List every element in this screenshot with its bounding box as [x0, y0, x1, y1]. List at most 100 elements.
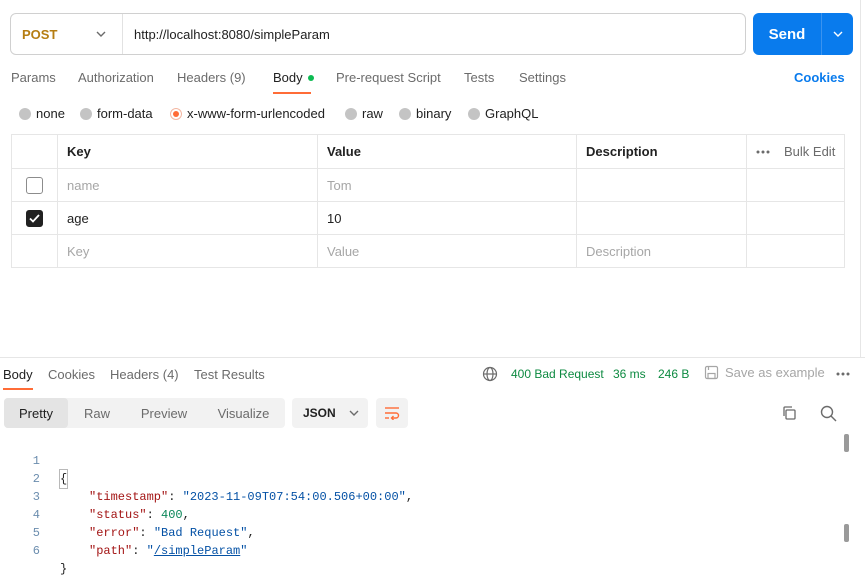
response-tab-test-results[interactable]: Test Results: [194, 367, 265, 382]
active-tab-underline: [273, 92, 311, 94]
wrap-lines-icon: [385, 407, 400, 420]
wrap-lines-button[interactable]: [376, 398, 408, 428]
chevron-down-icon: [833, 31, 842, 37]
tab-authorization[interactable]: Authorization: [78, 70, 154, 85]
pane-divider[interactable]: [0, 357, 865, 358]
save-icon: [704, 365, 719, 380]
param-value-cell[interactable]: Tom: [317, 169, 576, 201]
tab-prerequest-script[interactable]: Pre-request Script: [336, 70, 441, 85]
radio-button: [80, 107, 92, 120]
tab-body-label: Body: [273, 70, 303, 85]
param-key-cell[interactable]: age: [57, 202, 317, 234]
tab-tests[interactable]: Tests: [464, 70, 494, 85]
request-url-bar: POST http://localhost:8080/simpleParam: [10, 13, 746, 55]
table-row-new: Key Value Description: [12, 234, 844, 267]
response-status[interactable]: 400 Bad Request: [511, 367, 604, 381]
radio-button-selected: [170, 107, 182, 120]
row-actions-cell: [746, 202, 844, 234]
scrollbar-thumb[interactable]: [844, 434, 849, 452]
send-button-group: Send: [753, 13, 853, 55]
response-tab-body[interactable]: Body: [3, 367, 33, 382]
row-checkbox-cell: [12, 169, 57, 201]
code-line: 3 "status": 400,: [0, 470, 840, 522]
param-description-cell[interactable]: [576, 202, 746, 234]
response-time[interactable]: 36 ms: [613, 367, 646, 381]
code-line: 1 {: [0, 434, 840, 489]
code-line: 6 }: [0, 524, 840, 576]
table-row: age 10: [12, 201, 844, 234]
row-checkbox-checked[interactable]: [26, 209, 43, 227]
view-tab-pretty[interactable]: Pretty: [4, 398, 68, 428]
param-description-cell[interactable]: [576, 169, 746, 201]
check-icon: [29, 213, 40, 223]
response-size[interactable]: 246 B: [658, 367, 689, 381]
radio-button: [468, 107, 480, 120]
code-line: 5 "path": "/simpleParam": [0, 506, 840, 558]
view-tab-visualize[interactable]: Visualize: [202, 398, 285, 428]
format-label: JSON: [303, 406, 336, 420]
header-checkbox-cell: [12, 135, 57, 168]
bulk-edit-label: Bulk Edit: [784, 144, 836, 159]
column-header-description: Description: [576, 135, 746, 168]
response-tab-cookies[interactable]: Cookies: [48, 367, 95, 382]
method-select[interactable]: POST: [11, 14, 123, 54]
scrollbar-thumb[interactable]: [844, 524, 849, 542]
param-value-cell[interactable]: 10: [317, 202, 576, 234]
tab-body[interactable]: Body: [273, 70, 314, 85]
new-value-input[interactable]: Value: [317, 235, 576, 267]
column-header-value: Value: [317, 135, 576, 168]
active-response-tab-underline: [3, 388, 33, 390]
chevron-down-icon: [349, 410, 359, 416]
chevron-down-icon: [96, 31, 106, 37]
params-table: Key Value Description Bulk Edit name Tom…: [11, 134, 845, 268]
radio-label: none: [36, 106, 65, 121]
copy-icon[interactable]: [781, 405, 797, 421]
radio-label: binary: [416, 106, 452, 121]
url-input[interactable]: http://localhost:8080/simpleParam: [134, 27, 330, 42]
radio-raw[interactable]: raw: [345, 106, 383, 121]
row-actions-cell: [746, 169, 844, 201]
radio-urlencoded[interactable]: x-www-form-urlencoded: [170, 106, 325, 121]
radio-binary[interactable]: binary: [399, 106, 451, 121]
radio-form-data[interactable]: form-data: [80, 106, 153, 121]
globe-icon[interactable]: [482, 366, 498, 382]
body-indicator-dot: [307, 74, 314, 81]
param-key-cell[interactable]: name: [57, 169, 317, 201]
code-line: 2 "timestamp": "2023-11-09T07:54:00.506+…: [0, 452, 840, 504]
save-as-example-button[interactable]: Save as example: [704, 365, 825, 380]
tab-headers[interactable]: Headers (9): [177, 70, 246, 85]
tab-settings[interactable]: Settings: [519, 70, 566, 85]
column-header-key: Key: [57, 135, 317, 168]
json-entry: "path": "/simpleParam": [89, 544, 248, 558]
json-link-value[interactable]: /simpleParam: [154, 544, 240, 558]
json-key: "path": [89, 544, 133, 558]
bulk-edit-button[interactable]: Bulk Edit: [756, 144, 835, 159]
radio-label: raw: [362, 106, 383, 121]
radio-none[interactable]: none: [19, 106, 65, 121]
response-tab-headers[interactable]: Headers (4): [110, 367, 179, 382]
send-button[interactable]: Send: [753, 13, 822, 55]
view-tab-preview[interactable]: Preview: [126, 398, 202, 428]
more-options-icon: [756, 150, 770, 153]
radio-label: GraphQL: [485, 106, 539, 121]
cookies-link[interactable]: Cookies: [794, 70, 845, 85]
row-actions-cell: [746, 235, 844, 267]
format-select[interactable]: JSON: [292, 398, 368, 428]
tab-params[interactable]: Params: [11, 70, 56, 85]
radio-label: form-data: [97, 106, 153, 121]
row-checkbox-cell: [12, 235, 57, 267]
radio-button: [345, 107, 357, 120]
search-icon[interactable]: [820, 405, 837, 422]
new-key-input[interactable]: Key: [57, 235, 317, 267]
row-checkbox-cell: [12, 202, 57, 234]
table-row: name Tom: [12, 168, 844, 201]
response-body-code[interactable]: 1 { 2 "timestamp": "2023-11-09T07:54:00.…: [0, 434, 840, 576]
close-brace: }: [60, 562, 68, 576]
new-description-input[interactable]: Description: [576, 235, 746, 267]
row-checkbox[interactable]: [26, 176, 43, 194]
send-options-button[interactable]: [822, 13, 853, 55]
table-header-row: Key Value Description Bulk Edit: [12, 135, 844, 168]
more-options-icon[interactable]: [836, 372, 850, 376]
radio-graphql[interactable]: GraphQL: [468, 106, 538, 121]
view-tab-raw[interactable]: Raw: [68, 398, 126, 428]
